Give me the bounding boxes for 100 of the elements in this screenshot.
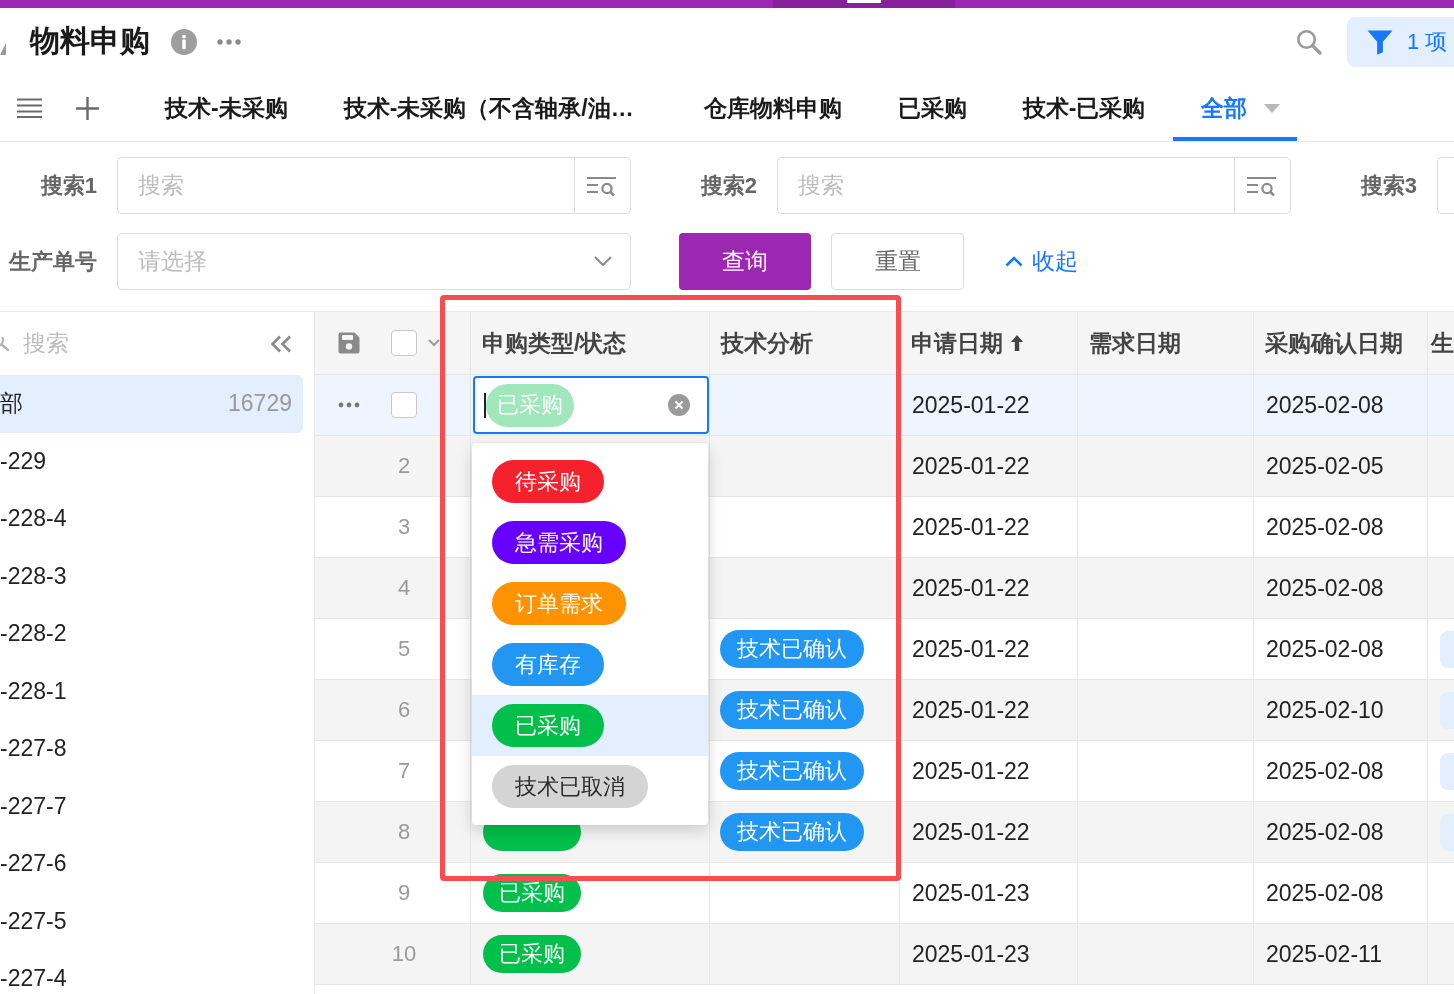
arrow-up-icon[interactable] — [1011, 335, 1023, 351]
row-number: 3 — [397, 514, 411, 540]
view-tab[interactable]: 技术-未采购（不含轴承/油… — [315, 75, 676, 141]
filter-label: 搜索3 — [1359, 171, 1417, 200]
row-number: 5 — [397, 636, 411, 662]
clear-icon[interactable] — [668, 394, 690, 416]
row-number: 8 — [397, 819, 411, 845]
chevron-up-icon — [1005, 256, 1023, 267]
column-header[interactable]: 采购确认日期 — [1265, 327, 1403, 359]
sidebar-item[interactable]: -229 — [0, 432, 303, 490]
plus-icon[interactable] — [76, 96, 99, 120]
text-cursor — [484, 392, 486, 418]
sidebar-item[interactable]: -228-1 — [0, 662, 303, 720]
view-tab[interactable]: 全部 — [1173, 75, 1298, 141]
status-tag: 待采购 — [492, 460, 604, 503]
page-title: 物料申购 — [30, 23, 150, 59]
filter-button[interactable]: 1 项 — [1347, 16, 1454, 67]
reset-button[interactable]: 重置 — [831, 233, 964, 290]
sidebar-item[interactable]: 部 16729 — [0, 375, 303, 433]
table-row[interactable]: 8 技术已确认 2025-01-22 2025-02-08 — [315, 802, 1454, 863]
sidebar-item[interactable]: -227-5 — [0, 892, 303, 950]
table-cell: 2025-02-08 — [1254, 863, 1428, 923]
view-tab[interactable]: 技术-已采购 — [994, 75, 1174, 141]
table-cell: 2025-01-22 — [900, 741, 1078, 801]
more-icon[interactable] — [217, 38, 241, 45]
row-number: 6 — [397, 697, 411, 723]
list-search-icon — [1246, 175, 1279, 196]
chevron-down-icon[interactable] — [428, 339, 440, 347]
sidebar-item[interactable]: -228-3 — [0, 547, 303, 605]
status-tag: 急需采购 — [492, 521, 626, 564]
search-options-button[interactable] — [1234, 157, 1291, 214]
sidebar-item[interactable]: -227-8 — [0, 720, 303, 778]
analysis-tag: 技术已确认 — [720, 630, 864, 668]
table-cell: 2025-01-22 — [900, 558, 1078, 618]
column-header[interactable]: 申购类型/状态 — [482, 327, 627, 359]
table-cell: 2025-02-08 — [1254, 497, 1428, 557]
sidebar-item[interactable]: -227-4 — [0, 950, 303, 994]
table-cell: 2025-01-22 — [900, 802, 1078, 862]
table-row[interactable]: 9 已采购 2025-01-23 2025-02-08 — [315, 863, 1454, 924]
view-tab[interactable]: 技术-未采购 — [137, 75, 316, 141]
search-field[interactable]: 搜索 — [117, 157, 574, 214]
search-icon[interactable] — [1296, 28, 1322, 55]
table-cell: 2025-02-11 — [1254, 924, 1428, 984]
search-icon — [0, 336, 10, 351]
chevron-down-icon — [594, 256, 612, 266]
sidebar-search-field[interactable]: 搜索 — [23, 326, 223, 361]
table-cell: 2025-02-05 — [1254, 436, 1428, 496]
analysis-tag: 技术已确认 — [720, 752, 864, 790]
column-header[interactable]: 技术分析 — [721, 327, 813, 359]
status-tag: 技术已取消 — [492, 765, 648, 808]
view-tab[interactable]: 已采购 — [869, 75, 995, 141]
table-cell: 2025-01-22 — [900, 436, 1078, 496]
row-number: 9 — [397, 880, 411, 906]
search-field[interactable] — [1437, 157, 1454, 214]
row-number: 4 — [397, 575, 411, 601]
sidebar-item[interactable]: -227-6 — [0, 835, 303, 893]
triangle-icon[interactable] — [0, 42, 6, 55]
table-cell: 2025-02-08 — [1254, 741, 1428, 801]
status-tag: 已采购 — [486, 383, 574, 427]
filter-label: 搜索2 — [699, 171, 757, 200]
analysis-tag: 技术已确认 — [720, 691, 864, 729]
sidebar-item[interactable]: -227-7 — [0, 777, 303, 835]
row-checkbox[interactable] — [391, 392, 417, 418]
status-tag: 订单需求 — [492, 582, 626, 625]
filter-label: 搜索1 — [39, 171, 97, 200]
info-icon[interactable] — [171, 28, 197, 55]
row-number: 2 — [397, 453, 411, 479]
column-header[interactable]: 生 — [1431, 327, 1454, 359]
status-tag: 有库存 — [492, 643, 604, 686]
search-options-button[interactable] — [574, 157, 631, 214]
table-cell: 2025-01-23 — [900, 924, 1078, 984]
collapse-link[interactable]: 收起 — [1005, 246, 1078, 277]
more-icon[interactable] — [338, 402, 360, 408]
column-header[interactable]: 申请日期 — [911, 327, 1003, 359]
table-cell: 2025-01-22 — [900, 497, 1078, 557]
status-tag: 已采购 — [492, 704, 604, 747]
view-tab[interactable]: 仓库物料申购 — [675, 75, 870, 141]
select-all-checkbox[interactable] — [391, 330, 417, 356]
query-button[interactable]: 查询 — [679, 233, 811, 290]
search-field[interactable]: 搜索 — [777, 157, 1234, 214]
table-cell: 2025-02-08 — [1254, 619, 1428, 679]
analysis-tag: 技术已确认 — [720, 813, 864, 851]
table-cell: 2025-01-22 — [900, 375, 1078, 435]
table-cell: 2025-02-08 — [1254, 375, 1428, 435]
menu-icon[interactable] — [17, 98, 42, 118]
filter-label: 生产单号 — [7, 247, 97, 276]
save-icon[interactable] — [338, 332, 360, 354]
sidebar-item[interactable]: -228-2 — [0, 605, 303, 663]
table-cell: 2025-01-22 — [900, 619, 1078, 679]
table-cell: 2025-02-10 — [1254, 680, 1428, 740]
table-row[interactable]: 10 已采购 2025-01-23 2025-02-11 — [315, 924, 1454, 985]
sidebar-item[interactable]: -228-4 — [0, 490, 303, 548]
select-field[interactable]: 请选择 — [117, 233, 631, 290]
double-chevron-left-icon[interactable] — [270, 334, 292, 353]
list-search-icon — [586, 175, 619, 196]
row-number: 10 — [391, 941, 417, 967]
caret-down-icon — [1264, 103, 1281, 113]
row-number: 7 — [397, 758, 411, 784]
column-header[interactable]: 需求日期 — [1089, 327, 1181, 359]
table-cell: 2025-01-23 — [900, 863, 1078, 923]
